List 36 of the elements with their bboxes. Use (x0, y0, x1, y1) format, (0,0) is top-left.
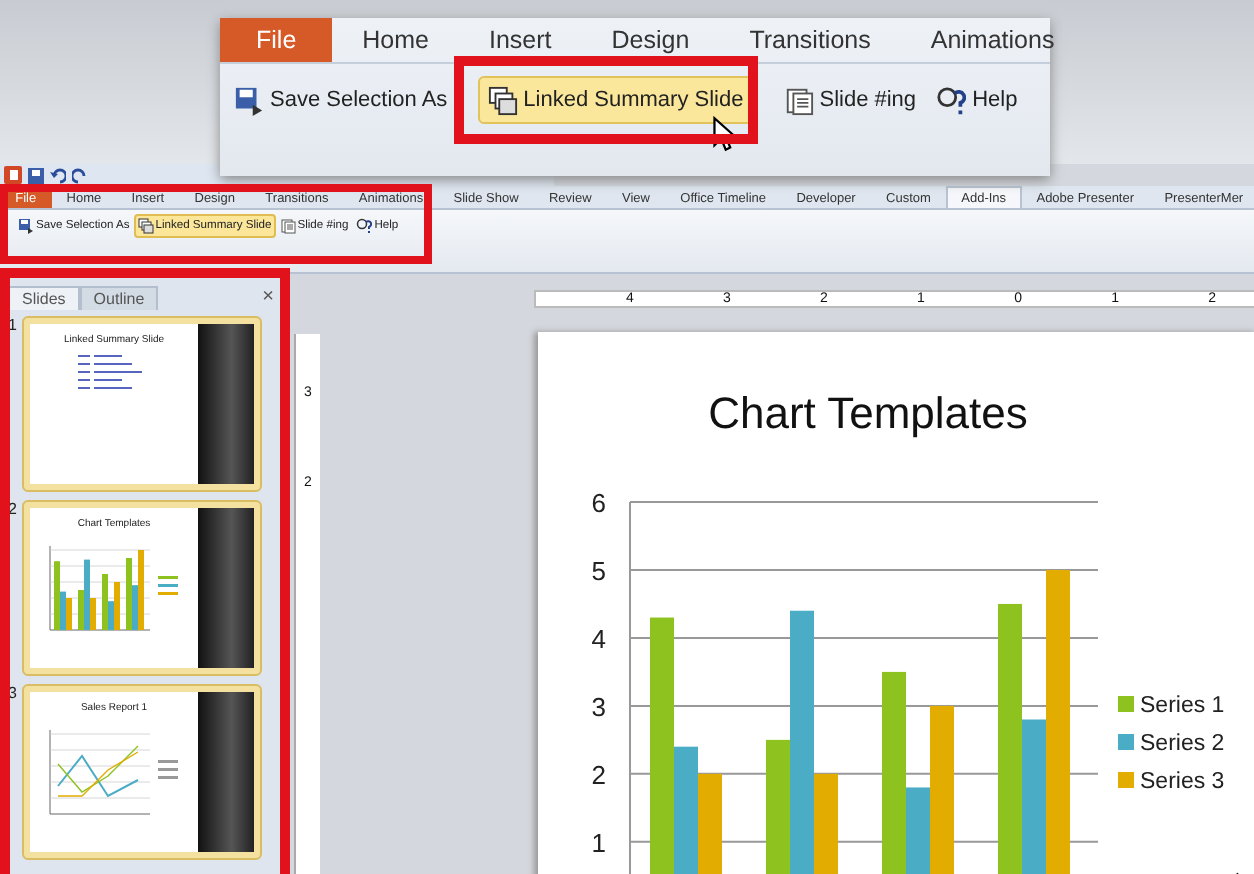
axis-tick-label: 5 (591, 555, 606, 586)
axis-tick-label: 4 (591, 623, 606, 654)
help-icon (936, 85, 967, 115)
app-logo-icon (4, 166, 22, 184)
legend-label: Series 1 (1140, 694, 1225, 718)
ribbon-tab[interactable]: Animations (900, 18, 1085, 62)
ribbon-tab[interactable]: Insert (459, 18, 582, 62)
legend-label: Series 3 (1140, 770, 1225, 794)
ribbon-tab[interactable]: Design (581, 18, 720, 62)
chart-bar (698, 773, 722, 874)
pane-tab[interactable]: Slides (8, 285, 80, 309)
axis-tick-label: 2 (591, 759, 606, 790)
axis-tick-label: 1 (591, 827, 606, 858)
stacked-slides-icon (487, 85, 518, 115)
close-button[interactable]: × (262, 286, 274, 308)
ribbon-button[interactable]: Help (926, 76, 1028, 124)
slide-title: Chart Templates (708, 388, 1028, 438)
ribbon-button[interactable]: Slide #ing (773, 76, 927, 124)
redo-icon[interactable] (72, 167, 88, 183)
axis-tick-label: 3 (591, 691, 606, 722)
undo-icon[interactable] (50, 167, 66, 183)
document-icon (279, 218, 296, 234)
stacked-slides-icon (137, 218, 154, 234)
cursor-icon (711, 116, 738, 153)
pane-tab[interactable]: Outline (79, 285, 159, 309)
slide-number: 1 (8, 316, 19, 338)
ribbon-button[interactable]: Save Selection As (224, 76, 458, 124)
save-icon (18, 218, 34, 234)
ribbon-tab[interactable]: Transitions (719, 18, 901, 62)
axis-tick-label: 6 (591, 488, 606, 518)
save-icon (234, 85, 264, 115)
document-icon (783, 85, 814, 115)
save-icon[interactable] (28, 167, 44, 183)
ribbon-tab[interactable]: Home (332, 18, 459, 62)
help-icon (356, 218, 373, 234)
legend-label: Series 2 (1140, 732, 1225, 756)
